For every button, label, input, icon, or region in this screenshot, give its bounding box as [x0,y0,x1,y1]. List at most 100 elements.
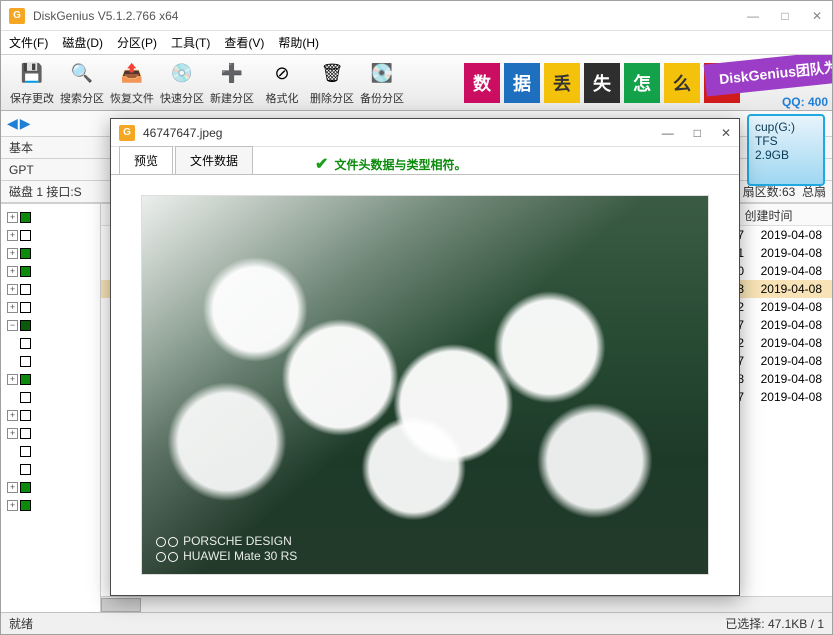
tree-expand-icon[interactable]: + [7,248,18,259]
nav-back-icon[interactable]: ◀ [7,115,18,132]
cell-date: 2019-04-08 [748,282,828,296]
tool-format[interactable]: ⊘格式化 [257,60,307,106]
tool-save[interactable]: 💾保存更改 [7,60,57,106]
preview-verify-status: ✔文件头数据与类型相符。 [315,154,466,174]
tree-checkbox[interactable] [20,284,31,295]
tree-checkbox[interactable] [20,266,31,277]
tree-expand-icon[interactable]: + [7,212,18,223]
tree-checkbox[interactable] [20,482,31,493]
menu-tools[interactable]: 工具(T) [171,34,210,51]
delete-icon: 🗑 [318,60,346,88]
tree-pane[interactable]: + + + + + + − + + + + + [1,204,101,612]
cell-date: 2019-04-08 [748,354,828,368]
cell-date: 2019-04-08 [748,300,828,314]
preview-body: PORSCHE DESIGN HUAWEI Mate 30 RS [111,175,739,595]
partition-card[interactable]: cup(G:) TFS 2.9GB [747,114,825,186]
tree-checkbox[interactable] [20,302,31,313]
tree-expand-icon[interactable]: + [7,410,18,421]
tree-collapse-icon[interactable]: − [7,320,18,331]
promo-banner: 数 据 丢 失 怎 么 办 DiskGenius团队为 QQ: 400 [462,55,832,111]
tool-recover-files[interactable]: 📤恢复文件 [107,60,157,106]
menu-disk[interactable]: 磁盘(D) [62,34,103,51]
tab-file-data[interactable]: 文件数据 [175,146,253,174]
tree-checkbox[interactable] [20,248,31,259]
banner-flag: DiskGenius团队为 [704,55,832,97]
tree-checkbox[interactable] [20,374,31,385]
scrollbar-thumb[interactable] [101,598,141,612]
maximize-button[interactable]: □ [778,9,792,23]
partition-size: 2.9GB [755,148,817,162]
app-icon: G [119,125,135,141]
tree-checkbox[interactable] [20,212,31,223]
close-button[interactable]: ✕ [810,9,824,23]
tool-quick-partition[interactable]: 💿快速分区 [157,60,207,106]
status-ready: 就绪 [9,615,33,632]
tool-delete-partition[interactable]: 🗑删除分区 [307,60,357,106]
tool-search-partition[interactable]: 🔍搜索分区 [57,60,107,106]
search-icon: 🔍 [68,60,96,88]
cell-date: 2019-04-08 [748,336,828,350]
menubar: 文件(F) 磁盘(D) 分区(P) 工具(T) 查看(V) 帮助(H) [1,31,832,55]
cell-date: 2019-04-08 [748,264,828,278]
partition-fs: TFS [755,134,817,148]
disk-info-text: 磁盘 1 接口:S [9,183,82,200]
tree-expand-icon[interactable]: + [7,284,18,295]
tree-checkbox[interactable] [20,446,31,457]
main-titlebar: G DiskGenius V5.1.2.766 x64 — □ ✕ [1,1,832,31]
tool-backup-partition[interactable]: 💽备份分区 [357,60,407,106]
menu-partition[interactable]: 分区(P) [117,34,157,51]
backup-icon: 💽 [368,60,396,88]
tree-expand-icon[interactable]: + [7,428,18,439]
cell-date: 2019-04-08 [748,372,828,386]
preview-minimize-button[interactable]: — [662,126,674,140]
partition-name: cup(G:) [755,120,817,134]
banner-tile: 据 [504,63,540,103]
banner-tile: 丢 [544,63,580,103]
menu-help[interactable]: 帮助(H) [278,34,319,51]
tree-checkbox[interactable] [20,392,31,403]
menu-file[interactable]: 文件(F) [9,34,48,51]
nav-forward-icon[interactable]: ▶ [20,115,31,132]
check-icon: ✔ [315,154,328,174]
tree-checkbox[interactable] [20,428,31,439]
sectors-label: 扇区数: [743,185,782,199]
preview-tabs: 预览 文件数据 ✔文件头数据与类型相符。 [111,147,739,175]
cell-date: 2019-04-08 [748,390,828,404]
tree-checkbox[interactable] [20,230,31,241]
minimize-button[interactable]: — [746,9,760,23]
tree-checkbox[interactable] [20,464,31,475]
basic-label: 基本 [9,139,33,156]
preview-close-button[interactable]: ✕ [721,126,731,140]
preview-image: PORSCHE DESIGN HUAWEI Mate 30 RS [141,195,709,575]
tree-checkbox[interactable] [20,500,31,511]
tree-checkbox[interactable] [20,338,31,349]
horizontal-scrollbar[interactable] [101,596,832,612]
tree-expand-icon[interactable]: + [7,374,18,385]
preview-maximize-button[interactable]: □ [694,126,701,140]
total-sectors-label: 总扇 [802,185,826,199]
banner-tile: 失 [584,63,620,103]
banner-tile: 数 [464,63,500,103]
tool-new-partition[interactable]: ➕新建分区 [207,60,257,106]
tree-checkbox[interactable] [20,410,31,421]
tree-checkbox[interactable] [20,320,31,331]
banner-tile: 怎 [624,63,660,103]
status-selection: 已选择: 47.1KB / 1 [725,615,824,632]
recover-icon: 📤 [118,60,146,88]
preview-titlebar[interactable]: G 46747647.jpeg — □ ✕ [111,119,739,147]
cell-date: 2019-04-08 [748,246,828,260]
tree-checkbox[interactable] [20,356,31,367]
tree-expand-icon[interactable]: + [7,482,18,493]
banner-tile: 么 [664,63,700,103]
preview-window: G 46747647.jpeg — □ ✕ 预览 文件数据 ✔文件头数据与类型相… [110,118,740,596]
sectors-value: 63 [782,185,795,199]
tree-expand-icon[interactable]: + [7,302,18,313]
statusbar: 就绪 已选择: 47.1KB / 1 [1,612,832,634]
tree-expand-icon[interactable]: + [7,500,18,511]
save-icon: 💾 [18,60,46,88]
menu-view[interactable]: 查看(V) [224,34,264,51]
tab-preview[interactable]: 预览 [119,146,173,174]
tree-expand-icon[interactable]: + [7,266,18,277]
toolbar: 💾保存更改 🔍搜索分区 📤恢复文件 💿快速分区 ➕新建分区 ⊘格式化 🗑删除分区… [1,55,832,111]
tree-expand-icon[interactable]: + [7,230,18,241]
